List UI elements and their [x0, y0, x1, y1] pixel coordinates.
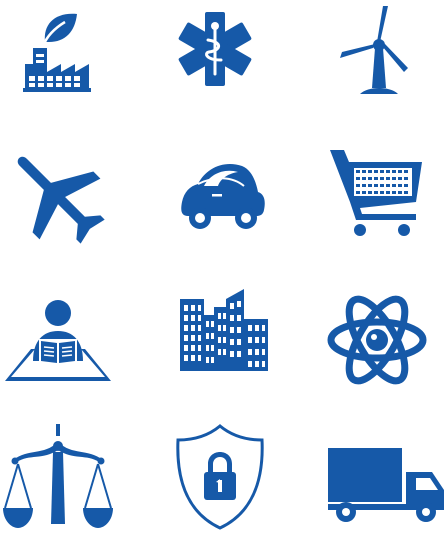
- delivery-truck-icon: [322, 424, 444, 534]
- factory-icon: [3, 2, 113, 112]
- atom-science-icon: [322, 285, 432, 395]
- airplane-icon: [3, 142, 113, 252]
- shopping-cart-icon: [322, 142, 432, 252]
- icon-grid: [0, 0, 446, 530]
- reader-education-icon: [3, 285, 113, 395]
- city-buildings-icon: [168, 285, 278, 395]
- medical-star-of-life-icon: [168, 2, 278, 112]
- scales-of-justice-icon: [3, 424, 113, 534]
- security-shield-lock-icon: [168, 424, 278, 534]
- eco-car-icon: [168, 142, 278, 252]
- wind-turbine-icon: [322, 2, 432, 112]
